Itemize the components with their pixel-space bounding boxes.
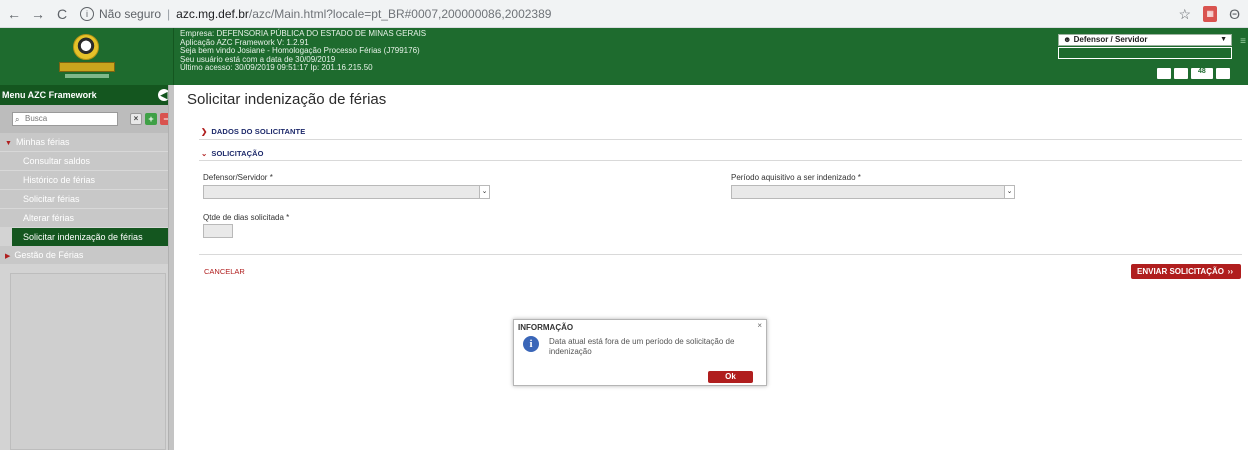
bookmark-star-icon[interactable]: ☆ bbox=[1179, 6, 1192, 23]
divider bbox=[199, 254, 1242, 255]
search-placeholder: Busca bbox=[25, 114, 48, 123]
url-path: /azc/Main.html?locale=pt_BR#0007,2000000… bbox=[248, 6, 552, 21]
menu-handle-icon[interactable]: ≡ bbox=[1240, 36, 1246, 47]
info-icon[interactable]: i bbox=[80, 6, 94, 21]
mail-icon[interactable]: 48 bbox=[1191, 68, 1213, 79]
profile-secondary-field bbox=[1058, 47, 1232, 59]
mail-badge-count: 48 bbox=[1198, 68, 1206, 75]
reload-icon[interactable]: C bbox=[52, 6, 72, 22]
browser-toolbar: ← → C i Não seguro | azc.mg.def.br/azc/M… bbox=[0, 0, 1248, 28]
chevron-down-icon: ▼ bbox=[5, 140, 12, 147]
book-icon[interactable] bbox=[1216, 68, 1230, 79]
divider bbox=[199, 160, 1242, 161]
search-input[interactable]: ⌕ Busca bbox=[12, 112, 118, 126]
profile-select[interactable]: ☻ Defensor / Servidor ▼ bbox=[1058, 34, 1232, 46]
security-label: Não seguro bbox=[99, 6, 162, 21]
periodo-select[interactable]: ⌄ bbox=[731, 185, 1015, 199]
sidebar-title-text: Menu AZC Framework bbox=[2, 90, 97, 100]
url-host: azc.mg.def.br bbox=[176, 6, 249, 21]
main-content: Solicitar indenização de férias ❯ DADOS D… bbox=[174, 85, 1248, 450]
account-icon[interactable]: Θ bbox=[1229, 6, 1240, 23]
sidebar-item-solicitar-ferias[interactable]: Solicitar férias bbox=[0, 189, 174, 208]
qtde-input[interactable] bbox=[203, 224, 233, 238]
periodo-label: Período aquisitivo a ser indenizado * bbox=[731, 173, 861, 182]
section-label: DADOS DO SOLICITANTE bbox=[211, 127, 306, 136]
divider bbox=[199, 139, 1242, 140]
chevron-down-icon: ⌄ bbox=[201, 149, 208, 158]
send-request-button[interactable]: ENVIAR SOLICITAÇÃO ›› bbox=[1131, 264, 1241, 279]
sidebar-item-solicitar-indenizacao[interactable]: Solicitar indenização de férias bbox=[12, 227, 174, 246]
section-solicitacao[interactable]: ⌄ SOLICITAÇÃO bbox=[201, 149, 264, 158]
dialog-title: INFORMAÇÃO bbox=[518, 323, 574, 332]
refresh-icon[interactable] bbox=[1174, 68, 1188, 79]
qtde-label: Qtde de dias solicitada * bbox=[203, 213, 290, 222]
chevron-right-icon: ❯ bbox=[201, 127, 208, 136]
clear-search-icon[interactable]: × bbox=[130, 113, 142, 125]
sidebar-empty-panel bbox=[10, 273, 166, 450]
app-header: Empresa: DEFENSORIA PÚBLICA DO ESTADO DE… bbox=[0, 28, 1248, 85]
sidebar-group-label: Minhas férias bbox=[15, 137, 70, 147]
chevron-down-icon: ⌄ bbox=[1004, 186, 1014, 198]
defensor-select[interactable]: ⌄ bbox=[203, 185, 490, 199]
forward-icon[interactable]: → bbox=[28, 6, 48, 22]
sidebar: Menu AZC Framework ◀ ⌕ Busca × + − ▼ Minh… bbox=[0, 85, 174, 450]
close-icon[interactable]: × bbox=[757, 321, 762, 330]
sidebar-group-minhas-ferias[interactable]: ▼ Minhas férias bbox=[0, 133, 174, 151]
sidebar-group-gestao-ferias[interactable]: ▶ Gestão de Férias bbox=[0, 246, 174, 264]
dialog-message: Data atual está fora de um período de so… bbox=[549, 337, 735, 356]
logo bbox=[0, 28, 174, 85]
chevron-down-icon: ⌄ bbox=[479, 186, 489, 198]
sidebar-item-consultar-saldos[interactable]: Consultar saldos bbox=[0, 151, 174, 170]
info-dialog: INFORMAÇÃO × i Data atual está fora de u… bbox=[513, 319, 767, 386]
pdf-extension-icon[interactable]: ▦ bbox=[1203, 6, 1218, 22]
send-button-label: ENVIAR SOLICITAÇÃO bbox=[1137, 267, 1224, 276]
search-icon: ⌕ bbox=[15, 115, 20, 124]
address-bar[interactable]: i Não seguro | azc.mg.def.br/azc/Main.ht… bbox=[80, 6, 552, 21]
sidebar-item-alterar-ferias[interactable]: Alterar férias bbox=[0, 208, 174, 227]
session-info: Empresa: DEFENSORIA PÚBLICA DO ESTADO DE… bbox=[180, 29, 426, 73]
page-title: Solicitar indenização de férias bbox=[187, 91, 387, 108]
section-label: SOLICITAÇÃO bbox=[211, 149, 264, 158]
back-icon[interactable]: ← bbox=[4, 6, 24, 22]
profile-value: Defensor / Servidor bbox=[1073, 35, 1148, 44]
url-separator: | bbox=[167, 6, 171, 21]
cancel-link[interactable]: CANCELAR bbox=[204, 267, 245, 276]
sidebar-search-row: ⌕ Busca × + − bbox=[0, 105, 174, 133]
defensor-label: Defensor/Servidor * bbox=[203, 173, 273, 182]
defensoria-logo-icon bbox=[57, 33, 117, 81]
expand-all-icon[interactable]: + bbox=[145, 113, 157, 125]
double-chevron-right-icon: ›› bbox=[1227, 267, 1233, 276]
user-icon: ☻ bbox=[1063, 35, 1074, 44]
info-icon: i bbox=[523, 336, 539, 352]
chevron-down-icon: ▼ bbox=[1220, 36, 1227, 43]
ok-button[interactable]: Ok bbox=[708, 371, 753, 383]
chevron-right-icon: ▶ bbox=[5, 253, 11, 260]
sidebar-item-historico-ferias[interactable]: Histórico de férias bbox=[0, 170, 174, 189]
document-icon[interactable] bbox=[1157, 68, 1171, 79]
section-dados-solicitante[interactable]: ❯ DADOS DO SOLICITANTE bbox=[201, 127, 305, 136]
sidebar-title: Menu AZC Framework ◀ bbox=[0, 85, 174, 105]
sidebar-group-label: Gestão de Férias bbox=[14, 250, 84, 260]
last-access-text: Último acesso: 30/09/2019 09:51:17 Ip: 2… bbox=[180, 63, 373, 73]
